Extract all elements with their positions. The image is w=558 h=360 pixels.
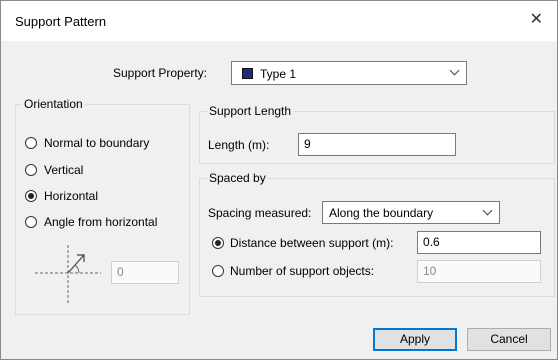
support-length-group-title: Support Length xyxy=(207,104,294,118)
type-color-swatch xyxy=(242,68,253,79)
number-of-support-objects-input[interactable]: 10 xyxy=(417,260,541,283)
length-input[interactable]: 9 xyxy=(298,133,456,156)
radio-normal-to-boundary-label[interactable]: Normal to boundary xyxy=(44,136,149,150)
orientation-group-title: Orientation xyxy=(22,97,85,111)
radio-distance-between-support-label[interactable]: Distance between support (m): xyxy=(230,236,393,250)
radio-horizontal-label[interactable]: Horizontal xyxy=(44,189,98,203)
angle-diagram-icon xyxy=(35,245,101,303)
radio-number-of-support-objects[interactable] xyxy=(212,265,224,277)
support-property-value: Type 1 xyxy=(260,67,297,81)
support-property-label: Support Property: xyxy=(113,66,208,80)
close-icon[interactable]: ✕ xyxy=(530,12,543,28)
chevron-down-icon xyxy=(482,205,493,216)
radio-vertical[interactable] xyxy=(25,164,37,176)
support-property-select[interactable]: Type 1 xyxy=(231,61,467,85)
radio-distance-between-support[interactable] xyxy=(212,237,224,249)
support-pattern-dialog: Support Pattern ✕ Support Property: Type… xyxy=(0,0,558,360)
chevron-down-icon xyxy=(449,65,460,76)
title-bar: Support Pattern ✕ xyxy=(1,1,557,41)
radio-normal-to-boundary[interactable] xyxy=(25,137,37,149)
radio-horizontal[interactable] xyxy=(25,190,37,202)
apply-button[interactable]: Apply xyxy=(373,328,457,351)
dialog-title: Support Pattern xyxy=(15,14,107,29)
spacing-measured-select[interactable]: Along the boundary xyxy=(322,201,500,224)
radio-angle-from-horizontal-label[interactable]: Angle from horizontal xyxy=(44,215,157,229)
radio-vertical-label[interactable]: Vertical xyxy=(44,163,83,177)
spacing-measured-value: Along the boundary xyxy=(329,206,434,220)
radio-number-of-support-objects-label[interactable]: Number of support objects: xyxy=(230,264,374,278)
spacing-measured-label: Spacing measured: xyxy=(208,206,312,220)
radio-angle-from-horizontal[interactable] xyxy=(25,216,37,228)
angle-input[interactable]: 0 xyxy=(111,261,179,284)
length-label: Length (m): xyxy=(208,138,270,152)
cancel-button[interactable]: Cancel xyxy=(467,328,551,351)
spaced-by-group-title: Spaced by xyxy=(207,171,268,185)
distance-input[interactable]: 0.6 xyxy=(417,231,541,254)
